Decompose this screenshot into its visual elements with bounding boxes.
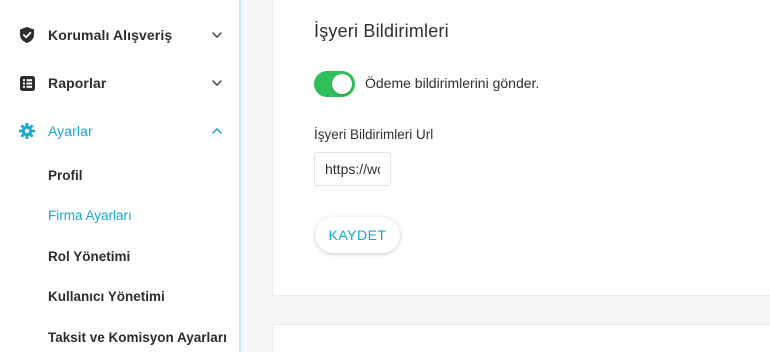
sidebar: Korumalı Alışveriş Raporlar Ayarlar Prof…: [0, 0, 241, 352]
sidebar-subitem-rol-yonetimi[interactable]: Rol Yönetimi: [48, 244, 130, 268]
shield-check-icon: [19, 27, 35, 43]
sidebar-item-label: Raporlar: [48, 75, 107, 91]
save-button[interactable]: KAYDET: [315, 217, 400, 253]
sidebar-item-raporlar[interactable]: Raporlar: [0, 65, 239, 101]
sidebar-subitem-profil[interactable]: Profil: [48, 163, 83, 187]
toggle-label: Ödeme bildirimlerini gönder.: [365, 75, 540, 91]
notifications-card: İşyeri Bildirimleri Ödeme bildirimlerini…: [272, 0, 770, 296]
sidebar-item-ayarlar[interactable]: Ayarlar: [0, 113, 239, 149]
url-field-label: İşyeri Bildirimleri Url: [314, 127, 434, 142]
sidebar-subitem-firma-ayarlari[interactable]: Firma Ayarları: [48, 203, 132, 227]
gear-icon: [19, 123, 35, 139]
sidebar-item-label: Korumalı Alışveriş: [48, 27, 173, 43]
sidebar-subitem-kullanici-yonetimi[interactable]: Kullanıcı Yönetimi: [48, 284, 165, 308]
page-title: İşyeri Bildirimleri: [314, 21, 449, 41]
chevron-up-icon: [210, 124, 224, 138]
toggle-knob: [332, 74, 352, 94]
sidebar-item-korumali-alisveris[interactable]: Korumalı Alışveriş: [0, 17, 239, 53]
sidebar-item-label: Ayarlar: [48, 123, 93, 139]
payment-notification-toggle[interactable]: [314, 71, 355, 97]
chevron-down-icon: [210, 28, 224, 42]
report-list-icon: [19, 75, 35, 91]
secondary-card: [272, 324, 770, 352]
chevron-down-icon: [210, 76, 224, 90]
sidebar-subitem-taksit-komisyon[interactable]: Taksit ve Komisyon Ayarları: [48, 325, 227, 349]
notification-url-input[interactable]: [314, 152, 391, 186]
